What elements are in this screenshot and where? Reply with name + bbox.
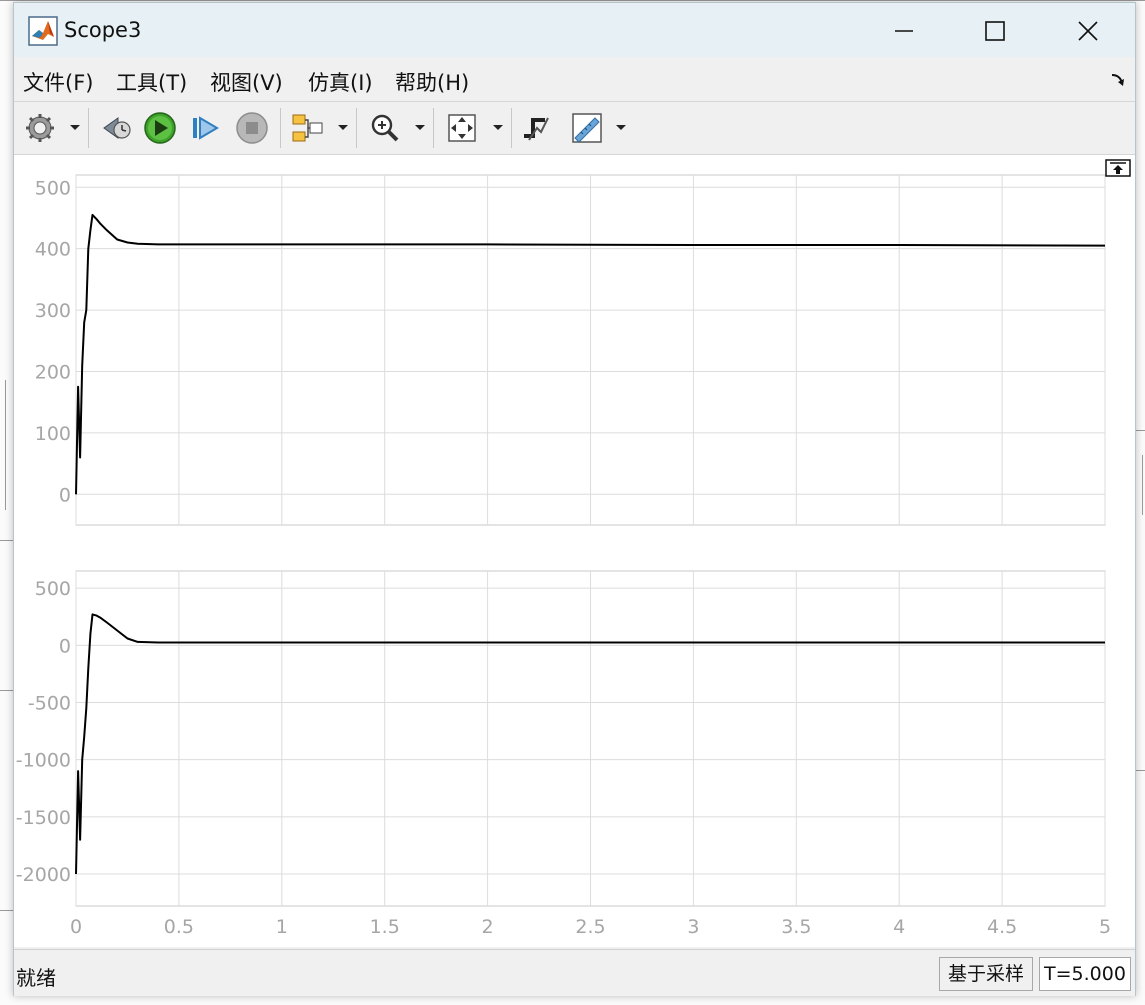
y-tick-label: 300 [35,300,71,322]
trigger-button[interactable] [519,110,555,146]
toolbar-separator [356,108,357,148]
status-bar: 就绪 基于采样 T=5.000 [14,949,1135,996]
menu-file[interactable]: 文件(F) [23,67,93,97]
x-tick-label: 1 [276,916,288,938]
x-tick-label: 2 [482,916,494,938]
y-tick-label: -1000 [16,750,71,772]
settings-dropdown-arrow[interactable] [70,122,80,132]
bg-wire [0,910,13,911]
signal-selector-dropdown-arrow[interactable] [338,122,348,132]
scope-plots: 0 100 200 300 400 500 0 0.5 1 1.5 2 2.5 3 3.5 4 4.5 5 500… [16,174,1111,938]
signal-selector-button[interactable] [290,110,326,146]
x-tick-label: 4 [893,916,905,938]
x-tick-label: 4.5 [987,916,1017,938]
bg-wire [5,380,6,510]
y-tick-label: 0 [59,484,71,506]
status-ready: 就绪 [16,966,56,990]
x-tick-label: 3.5 [781,916,811,938]
fit-view-dropdown-arrow[interactable] [493,122,503,132]
minimize-icon [895,30,913,32]
step-back-icon [103,117,131,139]
close-icon [1078,21,1098,41]
step-back-button[interactable] [98,110,134,146]
trigger-icon [524,117,549,141]
menu-help[interactable]: 帮助(H) [395,67,469,97]
settings-button[interactable] [22,110,58,146]
bg-wire [1142,455,1143,515]
x-tick-label: 2.5 [575,916,605,938]
y-tick-label: -1500 [16,807,71,829]
bg-wire [0,690,13,691]
status-time: T=5.000 [1039,957,1131,991]
bg-edge [0,0,1145,1]
measurements-dropdown-arrow[interactable] [616,122,626,132]
status-sample-mode: 基于采样 [939,957,1033,991]
zoom-dropdown-arrow[interactable] [415,122,425,132]
window-title: Scope3 [64,18,142,42]
x-tick-label: 0.5 [164,916,194,938]
y-tick-label: 400 [35,239,71,261]
menu-view[interactable]: 视图(V) [210,67,283,97]
y-tick-label: -500 [28,692,71,714]
toolbar-separator [433,108,434,148]
measurements-button[interactable] [569,110,605,146]
y-tick-label: -2000 [16,864,71,886]
y-tick-label: 500 [35,578,71,600]
x-tick-label: 5 [1099,916,1111,938]
y-tick-label: 0 [59,635,71,657]
run-icon [144,112,176,144]
bg-wire [0,540,13,541]
run-button[interactable] [142,110,178,146]
minimize-button[interactable] [881,11,927,51]
toolbar-separator [280,108,281,148]
y-tick-label: 500 [35,177,71,199]
step-forward-icon [193,116,219,140]
fit-view-button[interactable] [444,110,480,146]
x-tick-label: 0 [70,916,82,938]
title-bar[interactable]: Scope3 [14,3,1135,57]
step-forward-button[interactable] [187,110,223,146]
maximize-button[interactable] [972,11,1018,51]
y-tick-label: 100 [35,423,71,445]
toolbar-separator [511,108,512,148]
fit-view-icon [448,114,476,142]
menu-tools[interactable]: 工具(T) [116,67,187,97]
y-tick-label: 200 [35,361,71,383]
scope-window: Scope3 文件(F) 工具(T) 视图(V) 仿真(I) 帮助(H) 0 1… [13,2,1136,996]
signal-selector-icon [292,114,323,142]
zoom-button[interactable] [367,110,403,146]
zoom-in-icon [371,114,399,142]
undock-icon[interactable] [1105,159,1131,177]
x-tick-label: 3 [687,916,699,938]
plot-area: 0 100 200 300 400 500 0 0.5 1 1.5 2 2.5 3 3.5 4 4.5 5 500… [14,155,1135,947]
menu-simulation[interactable]: 仿真(I) [308,67,373,97]
maximize-icon [985,21,1005,41]
matlab-icon [28,16,58,46]
toolbar [14,101,1135,155]
toolbar-separator [88,108,89,148]
menu-bar: 文件(F) 工具(T) 视图(V) 仿真(I) 帮助(H) [14,57,1135,101]
dock-arrow-icon[interactable] [1109,71,1127,89]
close-button[interactable] [1065,11,1111,51]
x-tick-label: 1.5 [370,916,400,938]
stop-icon [236,112,268,144]
settings-icon [26,114,54,142]
stop-button[interactable] [234,110,270,146]
measurements-icon [572,113,602,143]
